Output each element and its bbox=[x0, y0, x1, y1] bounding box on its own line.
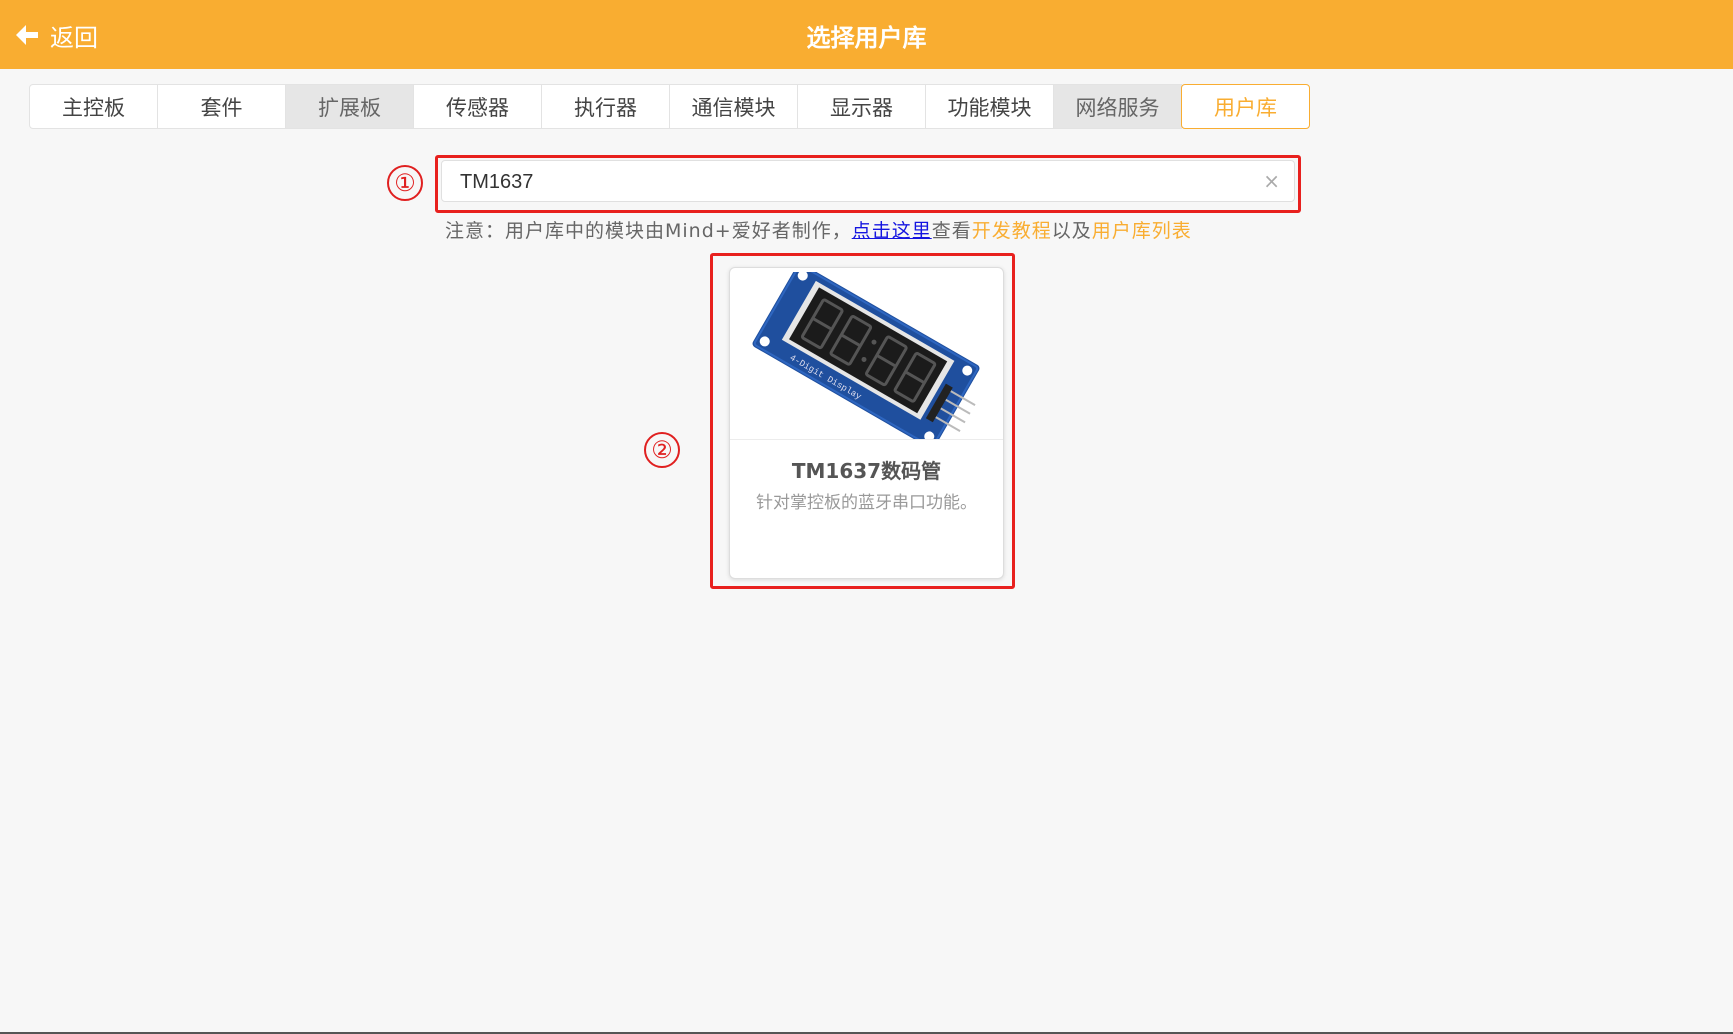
search-box: × bbox=[441, 160, 1295, 202]
tab-displays[interactable]: 显示器 bbox=[797, 84, 926, 129]
tab-actuators[interactable]: 执行器 bbox=[541, 84, 670, 129]
tab-network-services[interactable]: 网络服务 bbox=[1053, 84, 1182, 129]
user-library-note: 注意：用户库中的模块由Mind+爱好者制作，点击这里查看开发教程以及用户库列表 bbox=[445, 216, 1192, 243]
tab-sensors[interactable]: 传感器 bbox=[413, 84, 542, 129]
category-tabs: 主控板 套件 扩展板 传感器 执行器 通信模块 显示器 功能模块 网络服务 用户… bbox=[29, 84, 1310, 129]
top-bar: 返回 选择用户库 bbox=[0, 0, 1733, 69]
search-input[interactable] bbox=[460, 167, 1240, 197]
click-here-link[interactable]: 点击这里 bbox=[852, 220, 932, 242]
annotation-marker-1: ① bbox=[387, 165, 423, 201]
card-title: TM1637数码管 bbox=[791, 459, 942, 483]
user-library-list-link[interactable]: 用户库列表 bbox=[1092, 220, 1192, 242]
card-divider bbox=[730, 439, 1003, 440]
page-title: 选择用户库 bbox=[806, 24, 927, 52]
dev-tutorial-link[interactable]: 开发教程 bbox=[972, 220, 1052, 242]
card-description: 针对掌控板的蓝牙串口功能。 bbox=[756, 493, 977, 513]
tab-user-library[interactable]: 用户库 bbox=[1181, 84, 1310, 129]
note-mid1: 查看 bbox=[931, 220, 972, 242]
tab-main-board[interactable]: 主控板 bbox=[29, 84, 158, 129]
library-card-tm1637[interactable]: 4-Digit Display TM1637数码管 针对掌控板的蓝牙串口功能。 bbox=[729, 267, 1004, 579]
tab-kits[interactable]: 套件 bbox=[157, 84, 286, 129]
note-mid2: 以及 bbox=[1051, 220, 1092, 242]
note-prefix: 注意：用户库中的模块由Mind+爱好者制作， bbox=[445, 220, 852, 242]
tab-function-modules[interactable]: 功能模块 bbox=[925, 84, 1054, 129]
tab-expansion-board[interactable]: 扩展板 bbox=[285, 84, 414, 129]
4-digit-display-module-image: 4-Digit Display bbox=[752, 272, 980, 440]
tab-communication[interactable]: 通信模块 bbox=[669, 84, 798, 129]
clear-icon[interactable]: × bbox=[1263, 169, 1280, 193]
annotation-marker-2: ② bbox=[644, 432, 680, 468]
